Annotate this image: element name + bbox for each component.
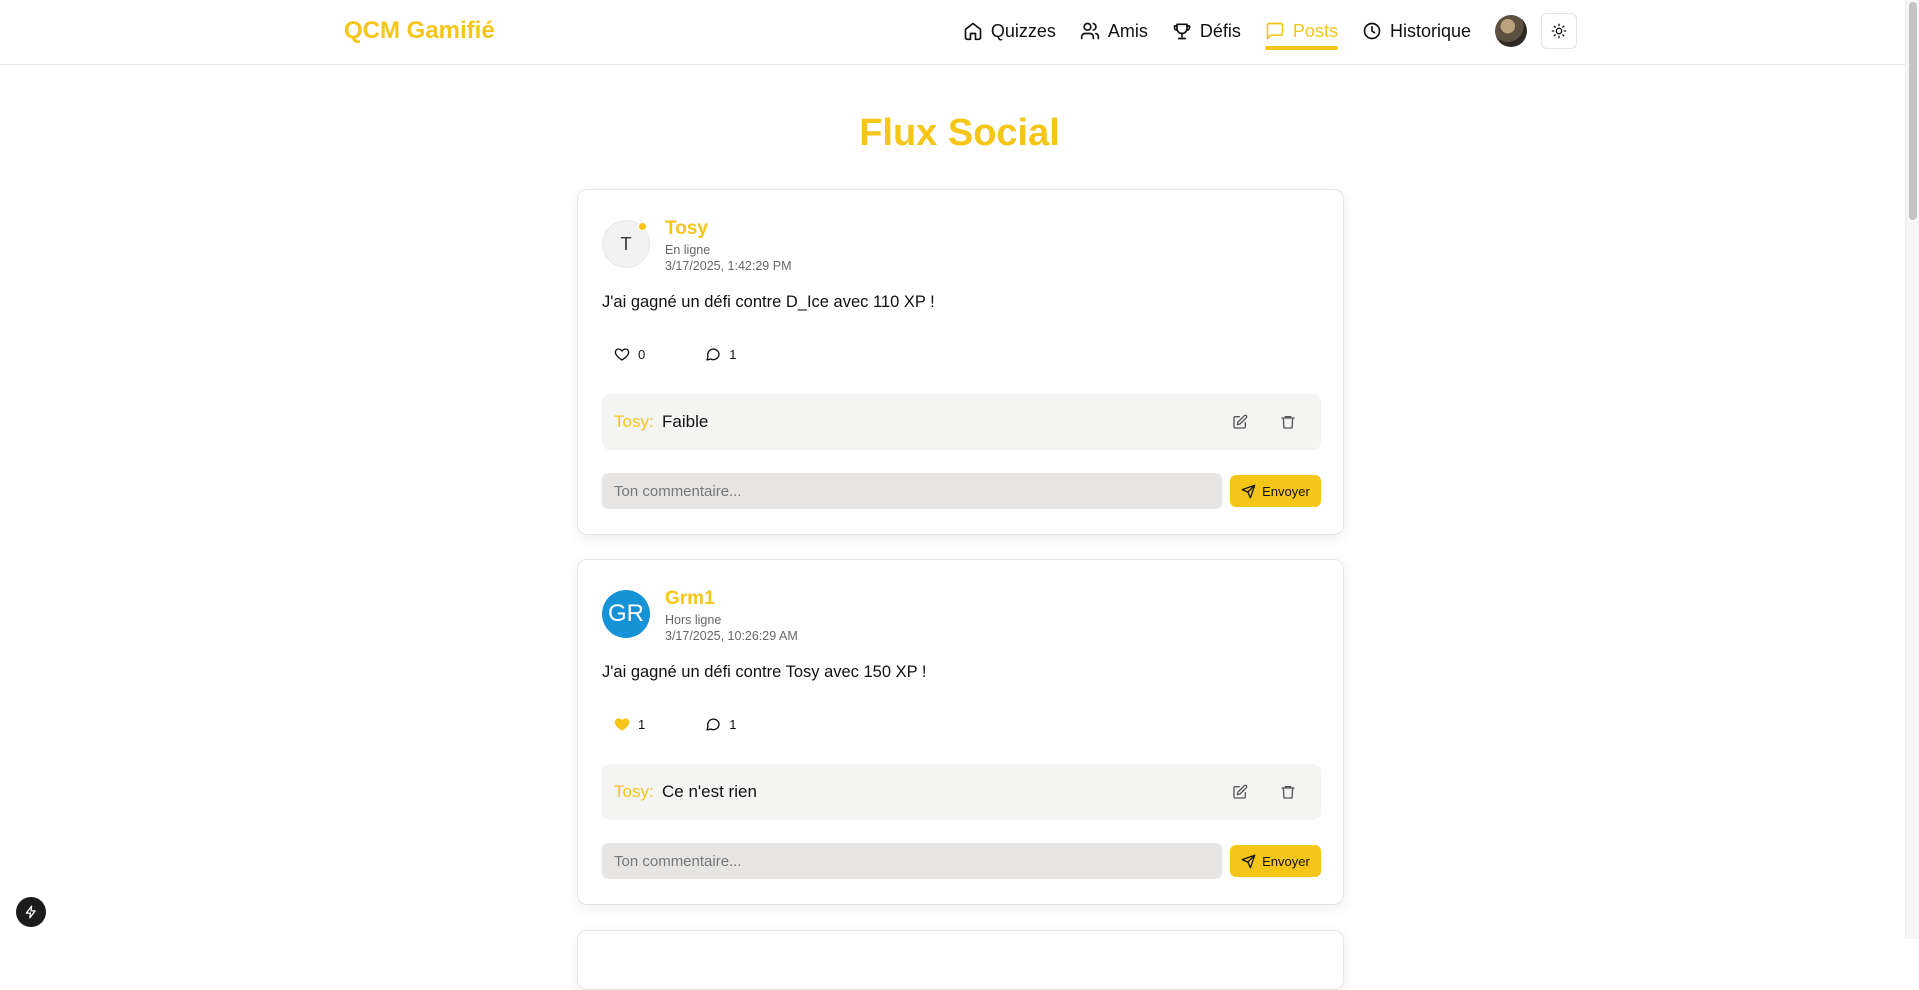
- edit-comment-button[interactable]: [1226, 778, 1254, 806]
- clock-icon: [1363, 22, 1381, 40]
- like-count: 0: [638, 346, 646, 362]
- post-text: J'ai gagné un défi contre Tosy avec 150 …: [602, 663, 927, 681]
- like-button[interactable]: 1: [602, 712, 657, 736]
- top-navbar: QCM Gamifié Quizzes Amis Défis Posts His…: [0, 0, 1919, 65]
- post-author-name[interactable]: Tosy: [665, 218, 708, 240]
- user-avatar[interactable]: [1495, 15, 1527, 47]
- nav-label-amis: Amis: [1107, 20, 1148, 41]
- post-author-avatar[interactable]: GR: [602, 590, 650, 638]
- send-comment-button[interactable]: Envoyer: [1230, 475, 1321, 507]
- edit-comment-button[interactable]: [1226, 408, 1254, 436]
- send-label: Envoyer: [1262, 483, 1310, 499]
- brand-logo[interactable]: QCM Gamifié: [344, 17, 495, 45]
- post-author-name[interactable]: Grm1: [665, 588, 715, 610]
- page-title: Flux Social: [859, 112, 1060, 154]
- edit-icon: [1233, 784, 1248, 799]
- home-icon: [964, 22, 982, 41]
- comment-button[interactable]: 1: [693, 712, 748, 736]
- trash-icon: [1281, 416, 1295, 429]
- message-square-icon: [1266, 22, 1284, 40]
- nav-label-posts: Posts: [1292, 20, 1338, 41]
- post-card: T Tosy En ligne 3/17/2025, 1:42:29 PM J'…: [577, 189, 1344, 535]
- comment-input[interactable]: [602, 473, 1222, 509]
- like-button[interactable]: 0: [602, 342, 657, 366]
- send-label: Envoyer: [1262, 853, 1310, 869]
- nav-item-historique[interactable]: Historique: [1350, 14, 1483, 48]
- send-comment-button[interactable]: Envoyer: [1230, 845, 1321, 877]
- sun-icon: [1551, 23, 1567, 39]
- nav-label-defis: Défis: [1199, 20, 1241, 41]
- post-text: J'ai gagné un défi contre D_Ice avec 110…: [602, 293, 935, 311]
- comment-author[interactable]: Tosy:: [614, 412, 654, 432]
- nav-item-defis[interactable]: Défis: [1160, 14, 1253, 48]
- bolt-badge[interactable]: [16, 897, 46, 927]
- post-author-status: En ligne: [665, 243, 711, 257]
- send-icon: [1241, 484, 1256, 498]
- comment-count: 1: [729, 716, 737, 732]
- message-circle-icon: [706, 348, 720, 361]
- bolt-icon: [25, 905, 36, 919]
- comment-input[interactable]: [602, 843, 1222, 879]
- nav-label-historique: Historique: [1389, 20, 1471, 41]
- comment-text: Faible: [662, 412, 709, 431]
- avatar-initial: T: [620, 233, 632, 254]
- comment-text: Ce n'est rien: [662, 782, 757, 801]
- comment-item: Tosy: Ce n'est rien: [602, 764, 1321, 820]
- post-actions: 0 1: [602, 342, 748, 366]
- post-timestamp: 3/17/2025, 10:26:29 AM: [665, 629, 798, 643]
- post-timestamp: 3/17/2025, 1:42:29 PM: [665, 259, 792, 273]
- trophy-icon: [1173, 23, 1191, 40]
- online-status-dot: [638, 222, 647, 231]
- avatar-initial: GR: [608, 600, 644, 627]
- post-actions: 1 1: [602, 712, 748, 736]
- nav-item-quizzes[interactable]: Quizzes: [951, 14, 1068, 48]
- scrollbar-thumb[interactable]: [1909, 2, 1917, 220]
- trash-icon: [1281, 786, 1295, 799]
- theme-toggle-button[interactable]: [1541, 13, 1577, 49]
- comment-button[interactable]: 1: [693, 342, 748, 366]
- heart-icon: [614, 348, 630, 361]
- users-icon: [1080, 22, 1100, 40]
- page-scrollbar[interactable]: [1905, 0, 1919, 939]
- post-author-avatar[interactable]: T: [602, 220, 650, 268]
- nav-item-amis[interactable]: Amis: [1068, 14, 1160, 48]
- main-nav: Quizzes Amis Défis Posts Historique: [951, 13, 1577, 50]
- comment-item: Tosy: Faible: [602, 394, 1321, 450]
- edit-icon: [1233, 414, 1248, 429]
- heart-filled-icon: [614, 718, 630, 731]
- nav-label-quizzes: Quizzes: [990, 20, 1056, 41]
- send-icon: [1241, 854, 1256, 868]
- like-count: 1: [638, 716, 646, 732]
- message-circle-icon: [706, 718, 720, 731]
- comment-count: 1: [729, 346, 737, 362]
- post-card: [577, 930, 1344, 990]
- delete-comment-button[interactable]: [1274, 778, 1302, 806]
- post-card: GR Grm1 Hors ligne 3/17/2025, 10:26:29 A…: [577, 559, 1344, 905]
- delete-comment-button[interactable]: [1274, 408, 1302, 436]
- comment-author[interactable]: Tosy:: [614, 782, 654, 802]
- post-author-status: Hors ligne: [665, 613, 722, 627]
- nav-item-posts[interactable]: Posts: [1253, 14, 1350, 50]
